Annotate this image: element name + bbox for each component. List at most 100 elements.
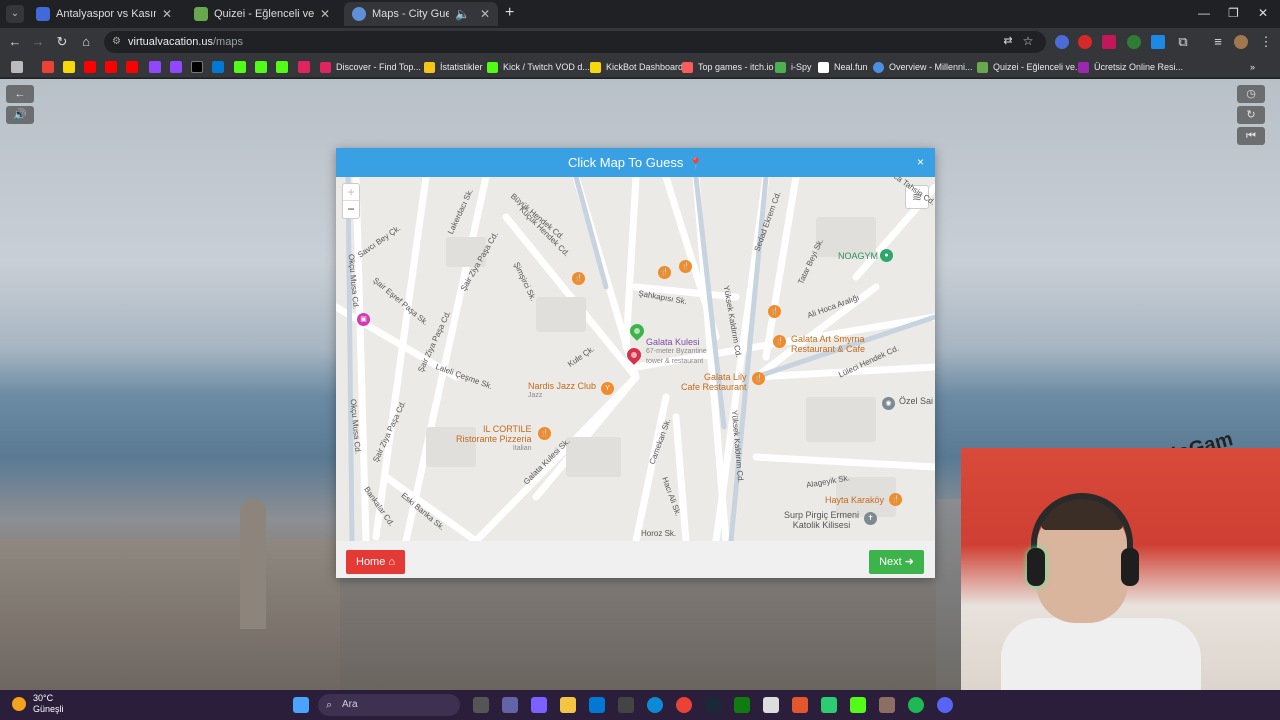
kick-icon[interactable] [850,697,866,713]
task-view-icon[interactable] [473,697,489,713]
poi-noagym[interactable]: NOAGYM [838,251,878,261]
extensions-puzzle-icon[interactable]: ⧉ [1175,34,1191,50]
outlook-icon[interactable] [212,61,224,73]
youtube-icon[interactable] [84,61,96,73]
restaurant-icon[interactable]: 🍴 [538,427,551,440]
avatar[interactable] [1234,35,1248,49]
new-tab-button[interactable]: + [505,5,514,21]
poi-galata-art[interactable]: Galata Art Smyrna Restaurant & Cafe [791,334,865,354]
tab-city-guesser[interactable]: Maps - City Guesser 🔈 ✕ [344,2,498,26]
reload-icon[interactable]: ↻ [54,34,70,50]
bookmark-istatistikler[interactable]: İstatistikler [424,60,483,74]
history-icon[interactable]: ◷ [1237,85,1265,103]
bookmark-kick-vod[interactable]: Kick / Twitch VOD d... [487,60,590,74]
file-explorer-icon[interactable] [560,697,576,713]
store-icon[interactable] [589,697,605,713]
back-arrow-icon[interactable]: ← [6,85,34,103]
apps-grid-icon[interactable] [11,61,23,73]
restart-icon[interactable]: ⏮ [1237,127,1265,145]
close-tab-icon[interactable]: ✕ [320,7,330,21]
restaurant-icon[interactable]: 🍴 [773,335,786,348]
gym-icon[interactable]: ● [880,249,893,262]
taskbar-search[interactable]: ⌕ Ara [318,694,460,716]
extension-icon[interactable] [1078,35,1092,49]
bookmark-icon[interactable] [298,61,310,73]
poi-ozel-sai[interactable]: Özel Sai [899,396,933,406]
refresh-icon[interactable]: ↻ [1237,106,1265,124]
next-button[interactable]: Next ➜ [869,550,924,574]
youtube-icon[interactable] [105,61,117,73]
reading-list-icon[interactable]: ≡ [1210,34,1226,49]
bookmark-millennium[interactable]: Overview - Millenni... [873,60,973,74]
app-icon[interactable] [618,697,634,713]
minimize-icon[interactable]: — [1198,6,1210,20]
bookmark-nealfun[interactable]: Neal.fun [818,60,868,74]
home-button[interactable]: Home ⌂ [346,550,406,574]
poi-galata-lily[interactable]: Galata Lily Cafe Restaurant [681,372,747,392]
home-icon[interactable]: ⌂ [78,34,94,49]
close-modal-button[interactable]: × [917,148,924,177]
teams-icon[interactable] [502,697,518,713]
chrome-icon[interactable] [676,697,692,713]
weather-widget[interactable]: 30°C Güneşli [12,693,64,715]
twitch-icon[interactable] [149,61,161,73]
bookmark-resim[interactable]: Ücretsiz Online Resi... [1078,60,1183,74]
speaker-icon[interactable]: 🔈 [455,7,470,21]
document-icon[interactable] [763,697,779,713]
close-window-icon[interactable]: ✕ [1258,6,1268,20]
bookmark-star-icon[interactable]: ☆ [1020,34,1036,48]
tab-quizei[interactable]: Quizei - Eğlenceli ve etkileşimli ✕ [186,2,338,26]
address-bar[interactable]: ⚙ virtualvacation.us/maps [104,31,1046,53]
zoom-out-button[interactable]: − [343,201,359,218]
forward-icon[interactable]: → [30,34,46,49]
restaurant-icon[interactable]: 🍴 [679,260,692,273]
restaurant-icon[interactable]: 🍴 [752,372,765,385]
steam-icon[interactable] [705,697,721,713]
poi-il-cortile[interactable]: IL CORTILE Ristorante Pizzeria Italian [456,424,532,454]
bookmark-itch[interactable]: Top games - itch.io [682,60,774,74]
kick-icon[interactable] [234,61,246,73]
bar-icon[interactable]: Y [601,382,614,395]
bookmark-ispy[interactable]: i-Spy [775,60,812,74]
restaurant-icon[interactable]: 🍴 [572,272,585,285]
extension-icon[interactable] [1102,35,1116,49]
app-icon[interactable] [792,697,808,713]
back-icon[interactable]: ← [7,34,23,49]
zoom-in-button[interactable]: + [343,184,359,201]
xbox-icon[interactable] [734,697,750,713]
more-bookmarks-icon[interactable]: » [1250,60,1255,74]
extension-icon[interactable] [1151,35,1165,49]
bookmark-kickbot[interactable]: KickBot Dashboard [590,60,683,74]
restaurant-icon[interactable]: 🍴 [889,493,902,506]
school-icon[interactable]: ◉ [882,397,895,410]
restore-icon[interactable]: ❐ [1228,6,1239,20]
poi-galata-kulesi[interactable]: Galata Kulesi 67-meter Byzantine tower &… [646,337,707,367]
sound-icon[interactable]: 🔊 [6,106,34,124]
discord-icon[interactable] [937,697,953,713]
extension-icon[interactable] [1127,35,1141,49]
restaurant-icon[interactable]: 🍴 [768,305,781,318]
edge-icon[interactable] [647,697,663,713]
close-tab-icon[interactable]: ✕ [480,7,490,21]
spotify-icon[interactable] [908,697,924,713]
app-icon[interactable] [821,697,837,713]
app-icon[interactable] [879,697,895,713]
kick-icon[interactable] [255,61,267,73]
bookmark-quizei[interactable]: Quizei - Eğlenceli ve... [977,60,1083,74]
translate-icon[interactable]: ⇄ [1000,34,1016,47]
gmail-icon[interactable] [42,61,54,73]
shopping-icon[interactable]: ▣ [357,313,370,326]
twitch-icon[interactable] [170,61,182,73]
extension-icon[interactable] [1055,35,1069,49]
kick-icon[interactable] [276,61,288,73]
menu-icon[interactable]: ⋮ [1258,34,1274,50]
copilot-icon[interactable] [531,697,547,713]
site-info-icon[interactable]: ⚙ [112,31,121,53]
poi-nardis[interactable]: Nardis Jazz Club Jazz [528,381,596,401]
s-icon[interactable] [63,61,75,73]
guess-map[interactable]: + − ≋ Küçük Hendek Cd. Büyük Hendek Cd. … [336,177,935,541]
tab-antalyaspor[interactable]: Antalyaspor vs Kasımpaşa, 09.0 ✕ [28,2,180,26]
poi-surp-pirgic[interactable]: Surp Pirgiç Ermeni Katolik Kilisesi [784,510,859,530]
restaurant-icon[interactable]: 🍴 [658,266,671,279]
tab-search-button[interactable]: ⌄ [6,5,24,23]
